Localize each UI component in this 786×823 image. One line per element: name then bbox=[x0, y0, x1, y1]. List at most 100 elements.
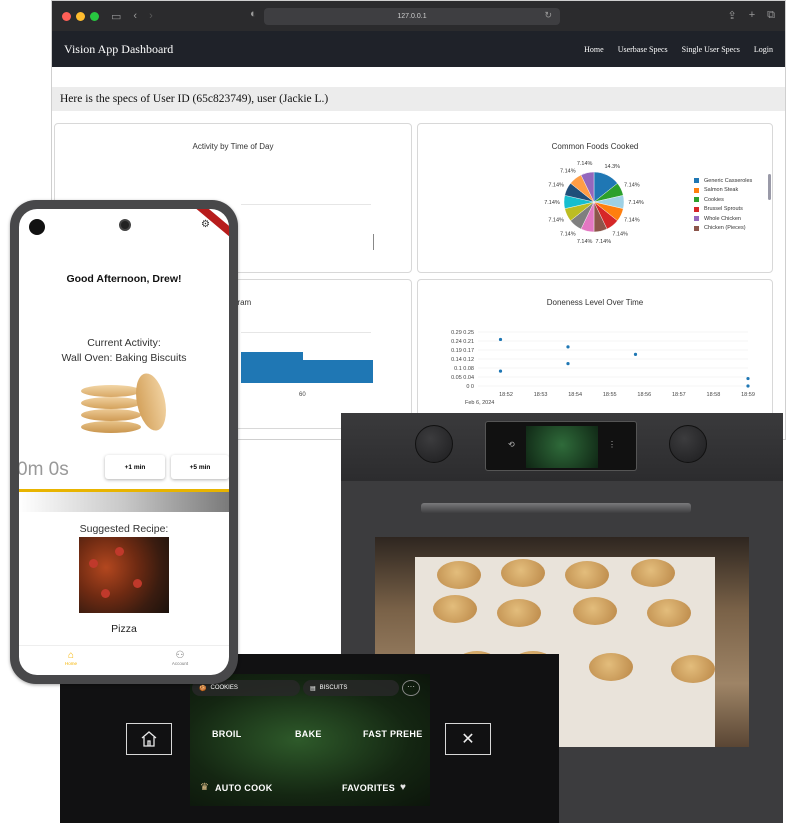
browser-toolbar: ▭ ‹ › ◐ 127.0.0.1 ↻ ⇪ + ⧉ bbox=[52, 1, 785, 31]
pie-slice-label: 7.14% bbox=[577, 161, 593, 167]
oven-door-handle[interactable] bbox=[421, 503, 691, 513]
auto-cook-label: AUTO COOK bbox=[214, 782, 273, 793]
scatter-point[interactable] bbox=[498, 369, 503, 373]
greeting-text: Good Afternoon, Drew! bbox=[66, 273, 182, 285]
close-window-button[interactable] bbox=[62, 11, 71, 21]
x-tick-label: 18:54 bbox=[568, 392, 582, 398]
minimize-window-button[interactable] bbox=[76, 11, 85, 21]
phone-profile-dot bbox=[29, 219, 45, 235]
tabs-overview-icon[interactable]: ⧉ bbox=[767, 9, 775, 22]
legend-label: Cookies bbox=[704, 196, 724, 203]
oven-display-screen bbox=[526, 426, 598, 468]
suggested-recipe-label: Suggested Recipe: bbox=[79, 523, 169, 535]
x-tick-label: 18:58 bbox=[707, 392, 721, 398]
legend-item[interactable]: Cookies bbox=[694, 195, 752, 205]
right-oven-knob[interactable] bbox=[669, 425, 707, 463]
display-power-icon[interactable]: ⟲ bbox=[508, 440, 515, 449]
histogram-tick-label: 60 bbox=[299, 392, 306, 398]
cookie bbox=[497, 599, 541, 627]
y-tick-label: 0.19 0.17 bbox=[451, 348, 474, 354]
settings-icon[interactable]: ⚙ bbox=[201, 219, 210, 230]
reload-icon[interactable]: ↻ bbox=[544, 10, 552, 21]
pie-slice-label: 7.14% bbox=[612, 231, 628, 237]
cookie bbox=[671, 655, 715, 683]
oven-display[interactable]: ⟲ ⋮ bbox=[485, 421, 637, 471]
display-menu-icon[interactable]: ⋮ bbox=[608, 440, 616, 449]
pie-slice-label: 7.14% bbox=[628, 200, 644, 206]
legend-item[interactable]: Whole Chicken bbox=[694, 214, 752, 224]
legend-swatch bbox=[694, 187, 699, 193]
close-button[interactable]: ✕ bbox=[445, 723, 491, 755]
add-1-min-button[interactable]: +1 min bbox=[105, 455, 165, 479]
forward-icon[interactable]: › bbox=[149, 10, 153, 22]
close-icon: ✕ bbox=[461, 731, 475, 748]
tab-account[interactable]: ⚇ Account bbox=[165, 650, 195, 666]
privacy-icon[interactable]: ◐ bbox=[250, 8, 257, 20]
timer-display: 0m 0s bbox=[19, 459, 69, 480]
bake-button[interactable]: BAKE bbox=[295, 729, 322, 739]
account-tab-label: Account bbox=[171, 661, 189, 666]
cookie bbox=[631, 559, 675, 587]
app-brand[interactable]: Vision App Dashboard bbox=[64, 42, 173, 57]
debug-ribbon bbox=[194, 209, 229, 241]
legend-swatch bbox=[694, 216, 699, 222]
legend-scrollbar[interactable] bbox=[768, 174, 771, 200]
x-tick-label: 18:56 bbox=[637, 392, 651, 398]
pie-slice-label: 7.14% bbox=[624, 217, 640, 223]
nav-home[interactable]: Home bbox=[584, 45, 604, 54]
left-oven-knob[interactable] bbox=[415, 425, 453, 463]
pie-slice-label: 14.3% bbox=[604, 164, 620, 170]
scatter-point[interactable] bbox=[746, 376, 750, 381]
broil-button[interactable]: BROIL bbox=[212, 729, 242, 739]
legend-item[interactable]: Salmon Steak bbox=[694, 186, 752, 196]
doneness-scatter-chart: 0.29 0.25 0.24 0.21 0.19 0.17 0.14 0.12 0.1 … bbox=[451, 330, 755, 398]
bottom-nav-bar: ⌂ Home ⚇ Account bbox=[19, 645, 229, 675]
scatter-point[interactable] bbox=[498, 337, 503, 342]
tab-home[interactable]: ⌂ Home bbox=[57, 650, 85, 666]
histogram-bar[interactable] bbox=[241, 360, 373, 383]
home-icon bbox=[141, 731, 157, 747]
legend-item[interactable]: Brussel Sprouts bbox=[694, 205, 752, 215]
favorites-button[interactable]: FAVORITES ♥ bbox=[342, 782, 406, 793]
pie-slice-label: 7.14% bbox=[577, 239, 593, 245]
x-tick-label: 18:52 bbox=[499, 392, 513, 398]
biscuits-chip[interactable]: ▤ BISCUITS bbox=[303, 680, 399, 696]
y-tick-label: 0 0 bbox=[466, 384, 474, 390]
auto-cook-button[interactable]: ♛ AUTO COOK bbox=[200, 782, 273, 793]
phone-screen: ⚙ Good Afternoon, Drew! Current Activity… bbox=[19, 209, 229, 675]
nav-single-user-specs[interactable]: Single User Specs bbox=[682, 45, 740, 54]
address-bar[interactable]: 127.0.0.1 ↻ bbox=[264, 8, 560, 25]
sidebar-icon[interactable]: ▭ bbox=[111, 10, 121, 23]
home-button[interactable] bbox=[126, 723, 172, 755]
home-tab-label: Home bbox=[64, 661, 77, 666]
app-navbar: Vision App Dashboard Home Userbase Specs… bbox=[52, 31, 785, 67]
add-5-min-button[interactable]: +5 min bbox=[171, 455, 229, 479]
legend-item[interactable]: Generic Casseroles bbox=[694, 176, 752, 186]
nav-userbase-specs[interactable]: Userbase Specs bbox=[618, 45, 668, 54]
legend-item[interactable]: Chicken (Pieces) bbox=[694, 224, 752, 234]
scatter-point[interactable] bbox=[566, 362, 570, 366]
pizza-image[interactable] bbox=[79, 537, 169, 613]
more-options-icon[interactable]: ··· bbox=[402, 680, 420, 696]
biscuits-icon: ▤ bbox=[310, 685, 316, 692]
cookie bbox=[647, 599, 691, 627]
maximize-window-button[interactable] bbox=[90, 11, 99, 21]
x-tick-label: 18:55 bbox=[603, 392, 617, 398]
doneness-date-label: Feb 6, 2024 bbox=[465, 400, 495, 406]
fast-preheat-button[interactable]: FAST PREHE bbox=[363, 729, 427, 739]
legend-swatch bbox=[694, 197, 699, 203]
scatter-point[interactable] bbox=[633, 352, 638, 356]
scatter-point[interactable] bbox=[566, 345, 570, 349]
nav-login[interactable]: Login bbox=[754, 45, 773, 54]
scatter-point[interactable] bbox=[746, 384, 750, 388]
cookies-chip-label: COOKIES bbox=[210, 685, 238, 691]
y-tick-label: 0.05 0.04 bbox=[451, 375, 474, 381]
share-icon[interactable]: ⇪ bbox=[727, 9, 736, 22]
legend-swatch bbox=[694, 225, 699, 231]
new-tab-icon[interactable]: + bbox=[749, 9, 755, 22]
current-activity-value: Wall Oven: Baking Biscuits bbox=[61, 352, 187, 364]
back-icon[interactable]: ‹ bbox=[133, 10, 137, 22]
foods-card: Common Foods Cooked 14.3% 7.14% 7.14% 7.14%… bbox=[417, 123, 773, 273]
home-tab-icon: ⌂ bbox=[67, 650, 75, 661]
timer-gradient-band bbox=[19, 492, 229, 512]
